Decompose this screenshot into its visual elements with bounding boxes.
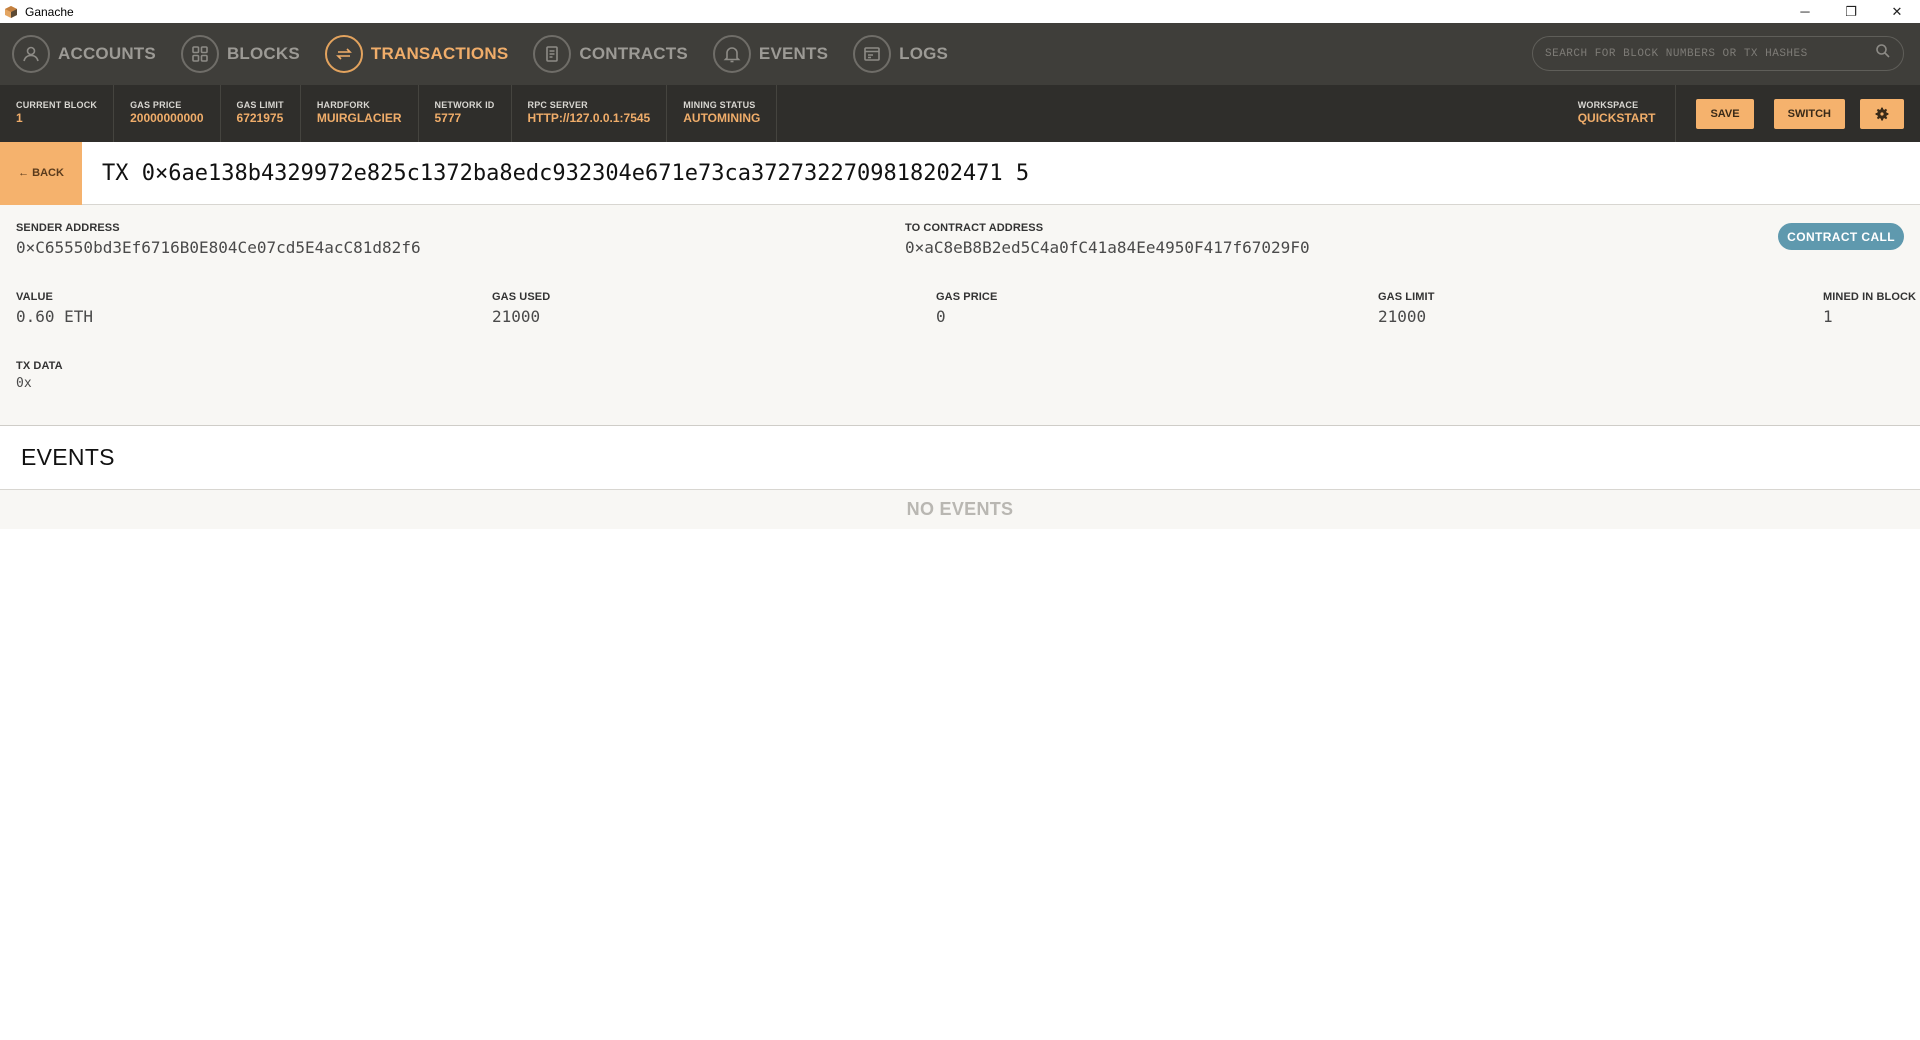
search-box — [1532, 36, 1904, 71]
stat-gas-limit: GAS LIMIT 6721975 — [221, 85, 301, 142]
tx-data-value: 0x — [16, 376, 32, 391]
nav-item-events[interactable]: EVENTS — [712, 35, 829, 73]
tx-data-field: TX DATA 0x — [16, 360, 63, 391]
settings-button[interactable] — [1860, 98, 1904, 129]
ganache-app: Ganache ─ ❐ ✕ ACCOUNTS BLOCKS TRANSACTIO… — [0, 0, 1920, 1040]
search-input[interactable] — [1545, 47, 1875, 60]
gear-icon — [1875, 107, 1889, 120]
field-label: GAS LIMIT — [1378, 291, 1435, 303]
terminal-icon — [853, 35, 892, 73]
main-nav: ACCOUNTS BLOCKS TRANSACTIONS CONTRACTS E… — [0, 23, 1920, 85]
close-button[interactable]: ✕ — [1874, 0, 1920, 23]
grid-icon — [180, 35, 219, 73]
stat-label: CURRENT BLOCK — [16, 100, 98, 110]
workspace-label: WORKSPACE — [1577, 100, 1639, 110]
tx-type-badge: CONTRACT CALL — [1778, 223, 1904, 250]
stat-value: 1 — [16, 111, 23, 125]
nav-label: ACCOUNTS — [58, 44, 156, 63]
gas-limit-value: 21000 — [1378, 307, 1427, 326]
gas-used-field: GAS USED 21000 — [492, 291, 550, 326]
nav-label: BLOCKS — [226, 44, 300, 63]
window-titlebar: Ganache ─ ❐ ✕ — [0, 0, 1920, 23]
stat-label: MINING STATUS — [683, 100, 756, 110]
value-field: VALUE 0.60 ETH — [16, 291, 93, 326]
field-label: MINED IN BLOCK — [1823, 291, 1917, 303]
sender-address-value: 0×C65550bd3Ef6716B0E804Ce07cd5E4acC81d82… — [16, 238, 421, 257]
stat-value: HTTP://127.0.0.1:7545 — [527, 111, 651, 125]
ganache-logo-icon — [5, 5, 17, 18]
person-icon — [12, 35, 50, 73]
status-bar: CURRENT BLOCK 1 GAS PRICE 20000000000 GA… — [0, 85, 1920, 142]
events-section-header: EVENTS — [0, 426, 1920, 490]
nav-item-contracts[interactable]: CONTRACTS — [533, 35, 688, 73]
stat-value: AUTOMINING — [683, 111, 761, 125]
document-icon — [533, 35, 572, 73]
save-button[interactable]: SAVE — [1696, 98, 1754, 129]
field-label: TO CONTRACT ADDRESS — [905, 222, 1044, 234]
field-label: TX DATA — [16, 360, 63, 372]
stat-current-block: CURRENT BLOCK 1 — [0, 85, 115, 142]
stat-label: NETWORK ID — [434, 100, 495, 110]
stat-label: GAS PRICE — [130, 100, 182, 110]
nav-label: TRANSACTIONS — [370, 44, 509, 63]
field-label: GAS USED — [492, 291, 551, 303]
nav-label: CONTRACTS — [579, 44, 688, 63]
events-title: EVENTS — [21, 444, 115, 470]
minimize-button[interactable]: ─ — [1782, 0, 1828, 23]
field-label: SENDER ADDRESS — [16, 222, 120, 234]
nav-item-logs[interactable]: LOGS — [853, 35, 948, 73]
value-value: 0.60 ETH — [16, 307, 94, 326]
mined-in-block-value[interactable]: 1 — [1823, 307, 1916, 326]
stat-mining-status: MINING STATUS AUTOMINING — [667, 85, 778, 142]
workspace-info: WORKSPACE QUICKSTART — [1564, 85, 1677, 142]
bell-icon — [712, 35, 751, 73]
workspace-controls: WORKSPACE QUICKSTART SAVE SWITCH — [1564, 85, 1920, 142]
gas-used-value: 21000 — [492, 307, 541, 326]
to-contract-address-value: 0×aC8eB8B2ed5C4a0fC41a84Ee4950F417f67029… — [905, 238, 1310, 257]
nav-label: LOGS — [899, 44, 949, 63]
field-label: VALUE — [16, 291, 53, 303]
tx-hash-title: TX 0×6ae138b4329972e825c1372ba8edc932304… — [102, 160, 1030, 186]
workspace-name: QUICKSTART — [1577, 111, 1656, 125]
gas-limit-field: GAS LIMIT 21000 — [1378, 291, 1435, 326]
arrows-swap-icon — [324, 35, 363, 73]
stat-value: 20000000000 — [130, 111, 204, 125]
field-label: GAS PRICE — [936, 291, 998, 303]
window-controls: ─ ❐ ✕ — [1782, 0, 1920, 23]
nav-item-accounts[interactable]: ACCOUNTS — [12, 35, 156, 73]
back-button[interactable]: ← BACK — [0, 141, 82, 205]
gas-price-value: 0 — [936, 307, 946, 326]
stat-value: 6721975 — [236, 111, 284, 125]
stat-value: MUIRGLACIER — [316, 111, 402, 125]
nav-label: EVENTS — [758, 44, 829, 63]
to-contract-address-field: TO CONTRACT ADDRESS 0×aC8eB8B2ed5C4a0fC4… — [905, 222, 1310, 257]
stat-label: RPC SERVER — [527, 100, 588, 110]
stat-gas-price: GAS PRICE 20000000000 — [114, 85, 221, 142]
gas-price-field: GAS PRICE 0 — [936, 291, 997, 326]
no-events-message: NO EVENTS — [0, 490, 1920, 529]
sender-address-field: SENDER ADDRESS 0×C65550bd3Ef6716B0E804Ce… — [16, 222, 421, 257]
search-icon[interactable] — [1875, 43, 1891, 64]
nav-item-blocks[interactable]: BLOCKS — [180, 35, 300, 73]
tx-header: ← BACK TX 0×6ae138b4329972e825c1372ba8ed… — [0, 141, 1920, 205]
stat-label: HARDFORK — [316, 100, 370, 110]
maximize-button[interactable]: ❐ — [1828, 0, 1874, 23]
switch-button[interactable]: SWITCH — [1773, 98, 1845, 129]
stat-value: 5777 — [434, 111, 462, 125]
tx-details: SENDER ADDRESS 0×C65550bd3Ef6716B0E804Ce… — [0, 205, 1920, 426]
nav-item-transactions[interactable]: TRANSACTIONS — [324, 35, 509, 73]
stat-rpc-server: RPC SERVER HTTP://127.0.0.1:7545 — [512, 85, 668, 142]
window-title: Ganache — [25, 4, 74, 19]
mined-in-block-field: MINED IN BLOCK 1 — [1823, 291, 1916, 326]
stat-label: GAS LIMIT — [236, 100, 284, 110]
stat-hardfork: HARDFORK MUIRGLACIER — [301, 85, 419, 142]
stat-network-id: NETWORK ID 5777 — [419, 85, 512, 142]
